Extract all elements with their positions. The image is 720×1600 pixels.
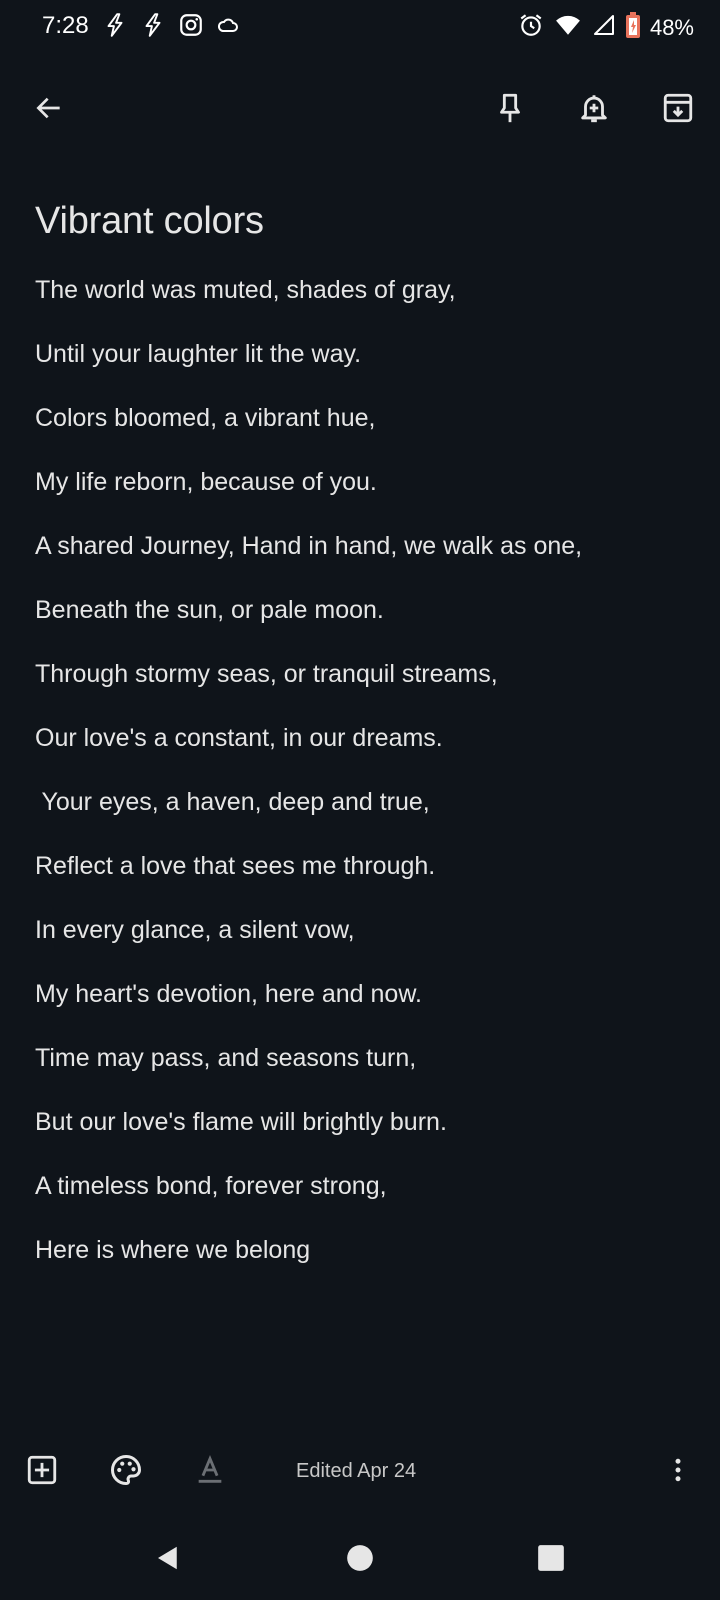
note-line: Reflect a love that sees me through.	[35, 852, 436, 880]
flash-icon	[102, 12, 128, 43]
status-right: 48%	[518, 12, 694, 43]
nav-recents-button[interactable]	[527, 1536, 575, 1584]
archive-button[interactable]	[654, 86, 702, 134]
reminder-button[interactable]	[570, 86, 618, 134]
battery-percent: 48%	[649, 14, 694, 40]
alarm-icon	[518, 12, 544, 43]
text-format-button[interactable]	[186, 1448, 234, 1496]
more-options-button[interactable]	[654, 1448, 702, 1496]
wifi-icon	[554, 12, 582, 43]
note-line: Time may pass, and seasons turn,	[35, 1044, 417, 1072]
bell-add-icon	[577, 91, 611, 130]
note-line: Beneath the sun, or pale moon.	[35, 596, 384, 624]
note-line: Your eyes, a haven, deep and true,	[35, 788, 430, 816]
note-line: Until your laughter lit the way.	[35, 340, 362, 368]
battery-icon	[625, 12, 640, 43]
note-line: Here is where we belong	[35, 1236, 311, 1264]
note-line: In every glance, a silent vow,	[35, 916, 355, 944]
note-line: My life reborn, because of you.	[35, 468, 377, 496]
add-box-icon	[25, 1453, 59, 1492]
nav-back-button[interactable]	[144, 1536, 192, 1584]
note-bottom-bar: Edited Apr 24	[0, 1440, 720, 1510]
note-toolbar	[0, 78, 720, 142]
status-bar: 7:28 48%	[0, 0, 720, 56]
note-line: But our love's flame will brightly burn.	[35, 1108, 447, 1136]
text-format-icon	[193, 1453, 227, 1492]
palette-icon	[108, 1452, 144, 1493]
background-options-button[interactable]	[102, 1448, 150, 1496]
status-time: 7:28	[42, 12, 89, 39]
archive-icon	[661, 91, 695, 130]
note-line: The world was muted, shades of gray,	[35, 276, 456, 304]
pin-button[interactable]	[486, 86, 534, 134]
signal-icon	[592, 13, 616, 42]
cloud-icon	[216, 13, 240, 42]
square-recents-icon	[537, 1544, 565, 1577]
system-nav-bar	[0, 1520, 720, 1600]
pin-icon	[493, 91, 527, 130]
more-vert-icon	[663, 1453, 693, 1492]
note-line: Colors bloomed, a vibrant hue,	[35, 404, 376, 432]
edited-timestamp: Edited Apr 24	[296, 1460, 417, 1482]
arrow-left-icon	[33, 92, 65, 129]
nav-home-button[interactable]	[336, 1536, 384, 1584]
instagram-icon	[178, 12, 204, 43]
note-line: A shared Journey, Hand in hand, we walk …	[35, 532, 583, 560]
note-line: Through stormy seas, or tranquil streams…	[35, 660, 498, 688]
circle-home-icon	[346, 1544, 374, 1577]
note-line: A timeless bond, forever strong,	[35, 1172, 387, 1200]
add-content-button[interactable]	[18, 1448, 66, 1496]
note-body[interactable]: The world was muted, shades of gray, Unt…	[35, 270, 695, 1294]
flash-icon	[140, 12, 166, 43]
note-title[interactable]: Vibrant colors	[35, 200, 264, 243]
back-button[interactable]	[25, 86, 73, 134]
note-line: Our love's a constant, in our dreams.	[35, 724, 443, 752]
note-line: My heart's devotion, here and now.	[35, 980, 422, 1008]
triangle-back-icon	[153, 1543, 183, 1578]
status-left-icons	[102, 12, 240, 43]
